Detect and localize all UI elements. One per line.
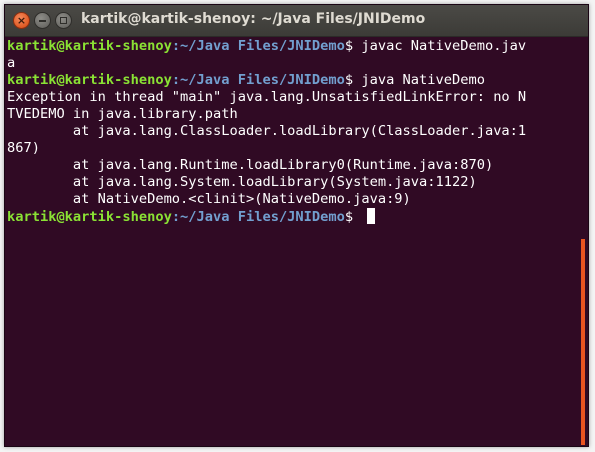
title-bar[interactable]: × kartik@kartik-shenoy: ~/Java Files/JNI…	[5, 5, 588, 37]
scrollbar[interactable]	[581, 239, 585, 445]
output-line: at java.lang.ClassLoader.loadLibrary(Cla…	[7, 123, 581, 140]
output-text: at java.lang.Runtime.loadLibrary0(Runtim…	[7, 157, 494, 173]
output-text: TVEDEMO in java.library.path	[7, 106, 238, 122]
command-text: $ java NativeDemo	[344, 72, 485, 88]
prompt-path: :~/Java Files/JNIDemo	[171, 38, 345, 54]
terminal-output[interactable]: kartik@kartik-shenoy:~/Java Files/JNIDem…	[7, 38, 581, 442]
output-text: a	[7, 55, 16, 71]
window-title: kartik@kartik-shenoy: ~/Java Files/JNIDe…	[81, 11, 426, 27]
output-line: at NativeDemo.<clinit>(NativeDemo.java:9…	[7, 191, 581, 208]
output-line: at java.lang.System.loadLibrary(System.j…	[7, 174, 581, 191]
maximize-icon	[60, 17, 67, 24]
prompt-user: kartik@kartik-shenoy	[7, 38, 172, 54]
minimize-button[interactable]	[34, 12, 51, 29]
prompt-line: kartik@kartik-shenoy:~/Java Files/JNIDem…	[7, 38, 581, 55]
minimize-icon	[39, 20, 46, 22]
output-text: at java.lang.System.loadLibrary(System.j…	[7, 174, 477, 190]
prompt-user: kartik@kartik-shenoy	[7, 209, 172, 225]
output-line: a	[7, 55, 581, 72]
output-text: at NativeDemo.<clinit>(NativeDemo.java:9…	[7, 191, 411, 207]
prompt-path: :~/Java Files/JNIDemo	[171, 72, 345, 88]
prompt-line: kartik@kartik-shenoy:~/Java Files/JNIDem…	[7, 72, 581, 89]
output-line: 867)	[7, 140, 581, 157]
output-line: at java.lang.Runtime.loadLibrary0(Runtim…	[7, 157, 581, 174]
text-cursor	[367, 208, 376, 224]
close-icon: ×	[16, 14, 27, 27]
output-line: TVEDEMO in java.library.path	[7, 106, 581, 123]
command-text: $ javac NativeDemo.jav	[344, 38, 527, 54]
output-text: Exception in thread "main" java.lang.Uns…	[7, 89, 527, 105]
maximize-button[interactable]	[55, 12, 72, 29]
prompt-line: kartik@kartik-shenoy:~/Java Files/JNIDem…	[7, 208, 581, 225]
terminal-window: × kartik@kartik-shenoy: ~/Java Files/JNI…	[4, 4, 589, 447]
command-text: $	[344, 209, 362, 225]
output-text: 867)	[7, 140, 40, 156]
close-button[interactable]: ×	[13, 12, 30, 29]
output-line: Exception in thread "main" java.lang.Uns…	[7, 89, 581, 106]
prompt-path: :~/Java Files/JNIDemo	[171, 209, 345, 225]
output-text: at java.lang.ClassLoader.loadLibrary(Cla…	[7, 123, 527, 139]
prompt-user: kartik@kartik-shenoy	[7, 72, 172, 88]
